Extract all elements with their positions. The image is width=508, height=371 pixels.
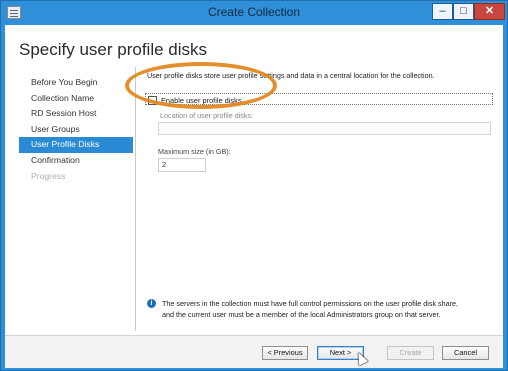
nav-item-collection-name[interactable]: Collection Name — [19, 91, 133, 107]
enable-upd-checkbox[interactable] — [148, 95, 157, 105]
wizard-client-area: Specify user profile disks Before You Be… — [5, 25, 503, 368]
info-text-line-2: and the current user must be a member of… — [162, 310, 441, 319]
maximize-button[interactable]: □ — [453, 3, 474, 20]
info-icon: i — [147, 299, 156, 308]
nav-divider — [135, 67, 136, 331]
nav-item-user-profile-disks[interactable]: User Profile Disks — [19, 137, 133, 153]
nav-item-confirmation[interactable]: Confirmation — [19, 153, 133, 169]
create-button: Create — [387, 346, 434, 360]
page-title: Specify user profile disks — [19, 40, 208, 59]
close-button[interactable]: ✕ — [474, 3, 505, 20]
info-text-line-1: The servers in the collection must have … — [162, 299, 459, 308]
content-panel: User profile disks store user profile se… — [145, 71, 493, 172]
nav-item-progress: Progress — [31, 170, 66, 181]
location-input[interactable] — [158, 122, 491, 135]
minimize-button[interactable]: ‒ — [432, 3, 453, 20]
wizard-nav: Before You Begin Collection Name RD Sess… — [19, 75, 133, 184]
nav-item-rd-session-host[interactable]: RD Session Host — [19, 106, 133, 122]
nav-item-before-you-begin[interactable]: Before You Begin — [19, 75, 133, 91]
button-bar: < Previous Next > Create Cancel — [5, 335, 503, 368]
nav-item-user-groups[interactable]: User Groups — [19, 122, 133, 138]
title-bar[interactable]: Create Collection ‒ □ ✕ — [1, 1, 507, 25]
description-text: User profile disks store user profile se… — [147, 71, 435, 80]
max-size-label: Maximum size (in GB): — [158, 147, 231, 156]
cancel-button[interactable]: Cancel — [442, 346, 489, 360]
location-label: Location of user profile disks: — [160, 111, 254, 120]
previous-button[interactable]: < Previous — [262, 346, 308, 360]
enable-upd-row[interactable]: Enable user profile disks — [148, 95, 242, 105]
max-size-input[interactable]: 2 — [158, 158, 206, 172]
create-collection-window: Create Collection ‒ □ ✕ Specify user pro… — [0, 0, 508, 371]
mouse-cursor-icon — [353, 350, 369, 366]
enable-upd-label[interactable]: Enable user profile disks — [161, 96, 242, 105]
